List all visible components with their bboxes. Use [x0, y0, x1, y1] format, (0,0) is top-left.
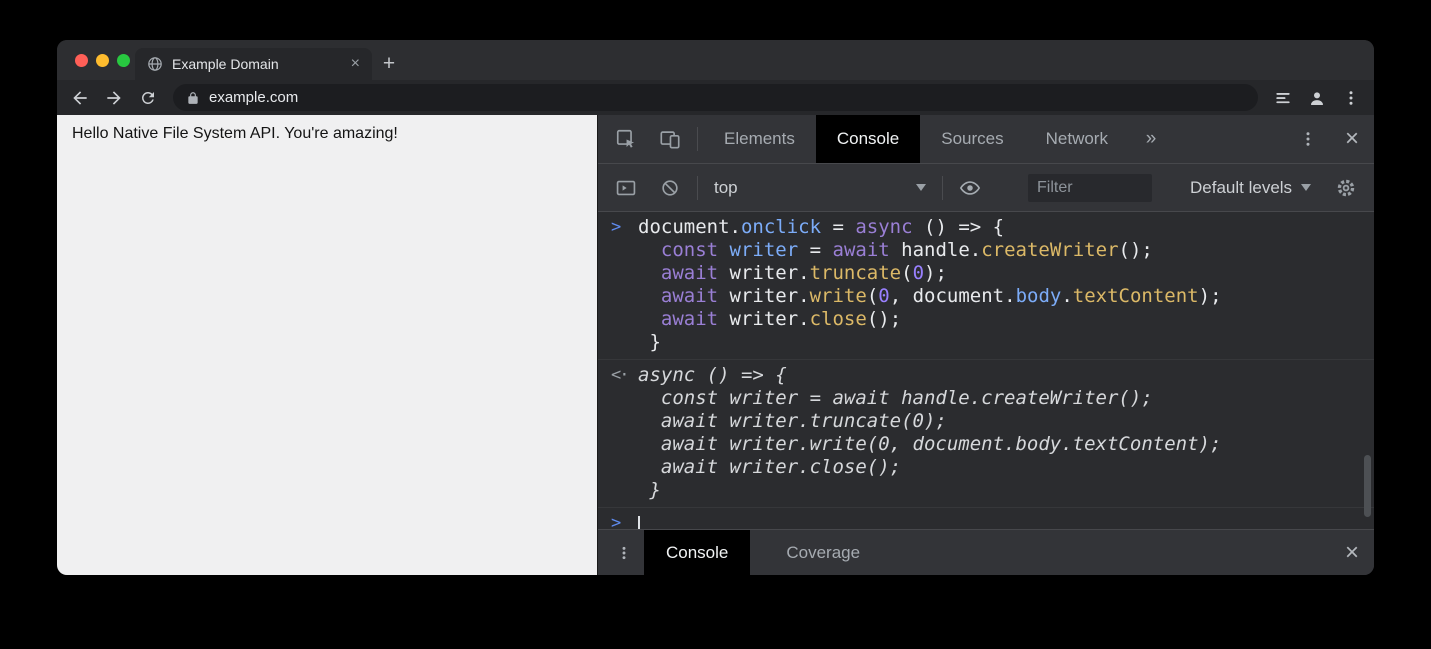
lines-icon: [1273, 88, 1293, 108]
sidebar-toggle-icon: [615, 177, 637, 199]
extension-button[interactable]: [1266, 83, 1300, 112]
chevron-down-icon: [916, 184, 926, 191]
spacer: [882, 530, 1330, 575]
tab-elements[interactable]: Elements: [703, 115, 816, 163]
tab-strip: Example Domain × +: [57, 40, 1374, 80]
lock-icon[interactable]: [186, 91, 200, 105]
console-prompt-icon: >: [598, 512, 638, 529]
context-label: top: [714, 178, 738, 198]
divider: [942, 176, 943, 200]
divider: [697, 176, 698, 200]
drawer-tab-coverage[interactable]: Coverage: [764, 530, 882, 575]
console-prompt-icon: >: [598, 216, 638, 354]
text-cursor: [638, 516, 640, 529]
console-input-row[interactable]: >: [598, 507, 1374, 529]
back-button[interactable]: [63, 83, 97, 112]
console-result: <·async () => { const writer = await han…: [598, 359, 1374, 507]
device-toolbar-button[interactable]: [648, 115, 692, 163]
console-messages[interactable]: >document.onclick = async () => { const …: [598, 212, 1374, 529]
browser-toolbar: example.com: [57, 80, 1374, 115]
globe-favicon-icon: [147, 56, 163, 72]
tab-sources[interactable]: Sources: [920, 115, 1024, 163]
inspect-element-button[interactable]: [604, 115, 648, 163]
divider: [697, 127, 698, 151]
zoom-window-button[interactable]: [117, 54, 130, 67]
gear-icon: [1335, 177, 1357, 199]
browser-menu-button[interactable]: [1334, 83, 1368, 112]
console-command: >document.onclick = async () => { const …: [598, 212, 1374, 359]
devtools-panel: Elements Console Sources Network » ×: [597, 115, 1374, 575]
drawer-menu-button[interactable]: [604, 530, 644, 575]
devtools-close-button[interactable]: ×: [1330, 115, 1374, 163]
new-tab-button[interactable]: +: [372, 48, 406, 80]
devtools-drawer: Console Coverage ×: [598, 529, 1374, 575]
live-expression-button[interactable]: [948, 177, 992, 199]
profile-button[interactable]: [1300, 83, 1334, 112]
browser-window: Example Domain × + example.com: [57, 40, 1374, 575]
console-settings-button[interactable]: [1324, 177, 1368, 199]
tab-close-icon[interactable]: ×: [351, 56, 360, 72]
reload-button[interactable]: [131, 83, 165, 112]
tab-network[interactable]: Network: [1025, 115, 1129, 163]
console-sidebar-button[interactable]: [604, 177, 648, 199]
reload-icon: [139, 89, 157, 107]
drawer-tab-console[interactable]: Console: [644, 530, 750, 575]
browser-tab[interactable]: Example Domain ×: [135, 48, 372, 80]
console-result-icon: <·: [598, 364, 638, 502]
filter-input[interactable]: [1028, 174, 1152, 202]
page-body-text: Hello Native File System API. You're ama…: [72, 125, 398, 142]
device-toolbar-icon: [659, 128, 681, 150]
tab-title: Example Domain: [172, 56, 342, 72]
circle-slash-icon: [660, 178, 680, 198]
avatar-icon: [1307, 88, 1327, 108]
url-text: example.com: [209, 89, 298, 106]
forward-button[interactable]: [97, 83, 131, 112]
chevron-down-icon: [1301, 184, 1311, 191]
eye-icon: [959, 177, 981, 199]
default-levels-dropdown[interactable]: Default levels: [1178, 178, 1323, 198]
tab-console[interactable]: Console: [816, 115, 920, 163]
console-command-text: document.onclick = async () => { const w…: [638, 216, 1374, 354]
traffic-lights: [75, 54, 130, 67]
inspect-cursor-icon: [615, 128, 637, 150]
forward-arrow-icon: [104, 88, 124, 108]
drawer-close-button[interactable]: ×: [1330, 530, 1374, 575]
address-bar[interactable]: example.com: [173, 84, 1258, 111]
console-input-row-text: [638, 512, 1374, 529]
close-window-button[interactable]: [75, 54, 88, 67]
page-content: Hello Native File System API. You're ama…: [57, 115, 597, 575]
devtools-tabbar: Elements Console Sources Network » ×: [598, 115, 1374, 164]
devtools-menu-button[interactable]: [1286, 115, 1330, 163]
kebab-menu-icon: [1299, 130, 1317, 148]
kebab-menu-icon: [616, 545, 632, 561]
clear-console-button[interactable]: [648, 178, 692, 198]
default-levels-label: Default levels: [1190, 178, 1292, 198]
context-selector[interactable]: top: [703, 178, 937, 198]
minimize-window-button[interactable]: [96, 54, 109, 67]
console-result-text: async () => { const writer = await handl…: [638, 364, 1374, 502]
more-tabs-button[interactable]: »: [1129, 115, 1173, 163]
kebab-menu-icon: [1342, 89, 1360, 107]
spacer: [1173, 115, 1286, 163]
console-toolbar: top Default levels: [598, 164, 1374, 212]
scrollbar-thumb[interactable]: [1364, 455, 1371, 517]
back-arrow-icon: [70, 88, 90, 108]
